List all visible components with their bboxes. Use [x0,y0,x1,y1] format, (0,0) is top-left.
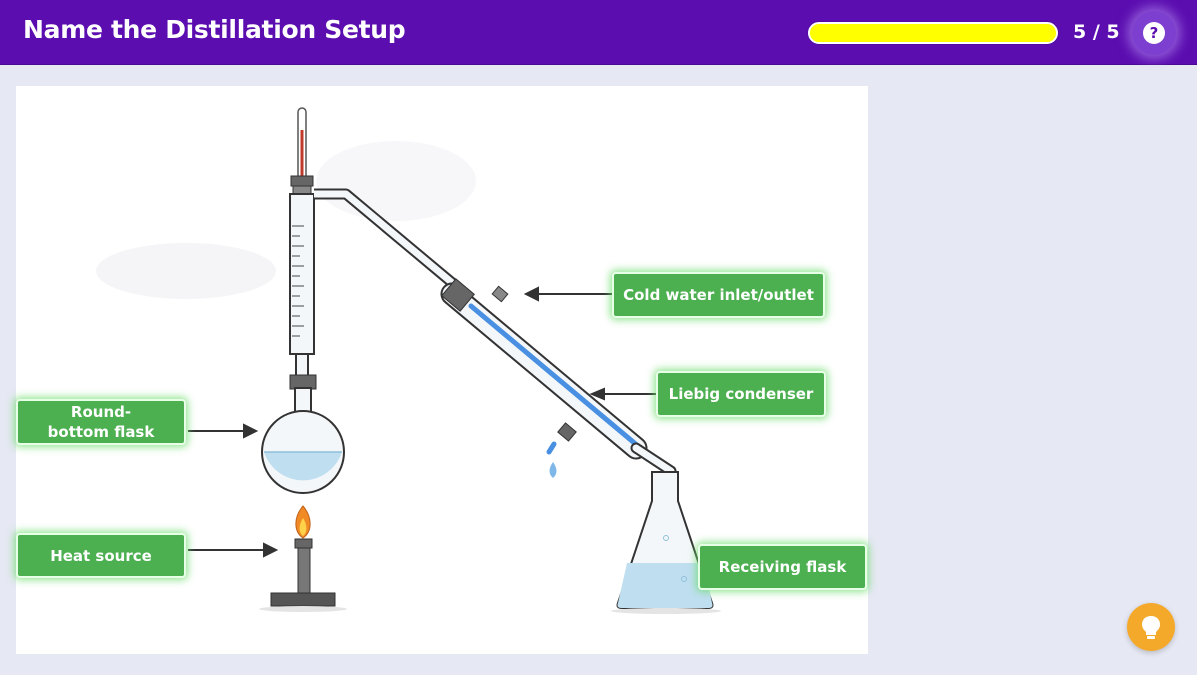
label-cold-water-inlet-outlet[interactable]: Cold water inlet/outlet [612,272,825,318]
page-title: Name the Distillation Setup [23,15,406,44]
hint-button[interactable] [1127,603,1175,651]
label-receiving-flask[interactable]: Receiving flask [698,544,867,590]
fractionating-column [289,193,317,390]
question-counter: 5 / 5 [1073,21,1120,43]
round-bottom-flask [261,387,345,494]
question-circle-icon: ? [1143,22,1165,44]
bunsen-burner [259,505,347,612]
label-heat-source[interactable]: Heat source [16,533,186,578]
top-bar: Name the Distillation Setup 5 / 5 ? [0,0,1197,65]
label-liebig-condenser[interactable]: Liebig condenser [656,371,826,417]
help-button[interactable]: ? [1132,11,1176,55]
label-round-bottom-flask[interactable]: Round-bottom flask [16,399,186,445]
receiving-flask-graphic [611,471,721,614]
diagram-card: Cold water inlet/outlet Liebig condenser… [16,86,868,654]
progress-bar-fill [810,24,1056,42]
lightbulb-icon [1142,616,1160,639]
label-arrows [188,286,656,558]
liebig-condenser-graphic [314,188,677,478]
progress-bar [808,22,1058,44]
